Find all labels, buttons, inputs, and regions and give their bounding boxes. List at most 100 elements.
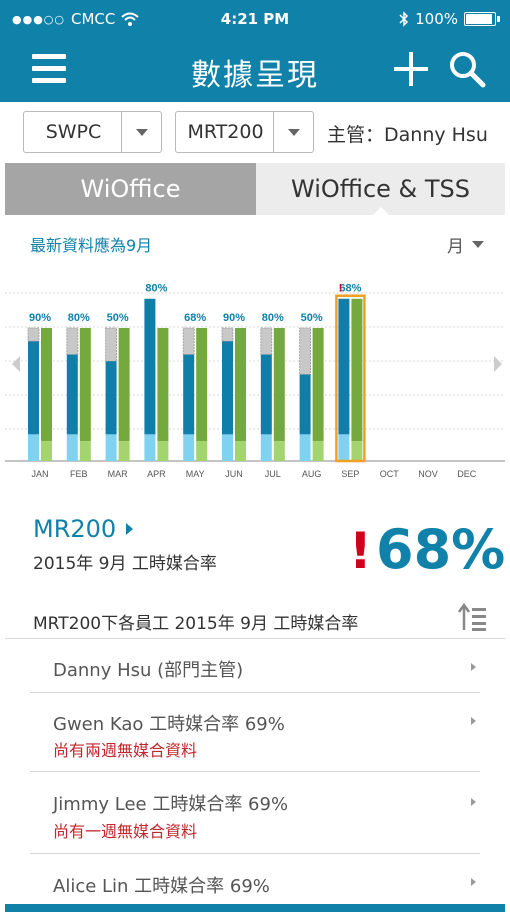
chevron-right-icon	[471, 717, 476, 725]
data-label: 68%	[184, 312, 206, 324]
chevron-down-icon	[121, 112, 161, 152]
employee-name: Danny Hsu (部門主管)	[53, 660, 244, 681]
bar-light-blue-segment	[299, 434, 311, 461]
x-tick-label: OCT	[380, 469, 400, 479]
app-header: ●●●○○ CMCC 4:21 PM 100% 數據呈現	[0, 0, 510, 102]
department-select-value: MRT200	[187, 121, 264, 143]
data-label: 50%	[301, 312, 323, 324]
bar-gray-segment	[260, 327, 273, 356]
alert-mark: !	[339, 283, 343, 295]
x-tick-label: MAY	[186, 469, 205, 479]
bar-light-blue-segment	[260, 434, 272, 461]
bar-light-green-segment	[41, 441, 52, 461]
x-tick-label: DEC	[457, 469, 477, 479]
bar-green-segment	[351, 298, 363, 442]
x-tick-label: JUL	[265, 469, 281, 479]
list-item[interactable]: Jimmy Lee 工時媒合率 69% 尚有一週無媒合資料	[30, 772, 480, 854]
data-label: 80%	[68, 312, 90, 324]
bar-light-blue-segment	[338, 434, 350, 461]
company-select[interactable]: SWPC	[23, 111, 162, 153]
summary-rate: 68%	[376, 518, 506, 581]
x-tick-label: MAR	[108, 469, 129, 479]
battery-percent: 100%	[415, 10, 458, 28]
department-select[interactable]: MRT200	[175, 111, 314, 153]
employee-name: Alice Lin 工時媒合率 69%	[53, 876, 270, 897]
active-tab-caret	[372, 207, 389, 215]
x-tick-label: NOV	[418, 469, 438, 479]
bar-light-blue-segment	[183, 434, 195, 461]
chevron-down-icon	[472, 241, 484, 248]
bar-blue-segment	[299, 374, 311, 435]
period-select[interactable]: 月	[447, 232, 484, 257]
bar-light-green-segment	[273, 441, 285, 461]
missing-data-warning: 尚有一週無媒合資料	[53, 822, 198, 841]
tab-wioffice-tss[interactable]: WiOffice & TSS	[256, 163, 505, 215]
bar-gray-segment	[299, 327, 312, 375]
tab-label: WiOffice & TSS	[290, 175, 471, 203]
bar-light-blue-segment	[105, 434, 117, 461]
bar-blue-segment	[260, 354, 272, 435]
data-label: 90%	[223, 312, 245, 324]
chevron-right-icon	[471, 798, 476, 806]
summary-subtitle: 2015年 9月 工時媒合率	[33, 554, 217, 574]
bar-light-green-segment	[312, 441, 324, 461]
department-name: MR200	[33, 515, 117, 543]
company-select-value: SWPC	[45, 121, 102, 143]
bar-light-blue-segment	[28, 434, 39, 461]
bar-blue-segment	[222, 341, 233, 435]
bar-light-green-segment	[118, 441, 130, 461]
bar-light-green-segment	[235, 441, 246, 461]
page-title: 數據呈現	[191, 58, 319, 93]
chart-prev-arrow-icon[interactable]	[12, 356, 20, 372]
list-item[interactable]: Alice Lin 工時媒合率 69%	[30, 854, 480, 900]
bar-green-segment	[79, 328, 91, 442]
x-tick-label: JUN	[225, 469, 243, 479]
bar-blue-segment	[105, 361, 117, 435]
bar-light-blue-segment	[144, 434, 156, 461]
x-tick-label: AUG	[302, 469, 322, 479]
bar-gray-segment	[105, 327, 117, 362]
chart-next-arrow-icon[interactable]	[494, 356, 502, 372]
chevron-right-icon	[126, 523, 134, 535]
bar-blue-segment	[66, 354, 78, 435]
bluetooth-icon	[399, 11, 409, 27]
battery-icon	[464, 12, 500, 26]
department-link[interactable]: MR200	[33, 515, 134, 543]
bar-green-segment	[235, 328, 246, 442]
bar-green-segment	[41, 328, 52, 442]
bar-light-green-segment	[196, 441, 208, 461]
data-label: 80%	[262, 312, 284, 324]
nav-bar: 數據呈現	[0, 38, 510, 102]
bar-green-segment	[118, 328, 130, 442]
manager-label: 主管：Danny Hsu	[327, 124, 488, 146]
employee-name: Jimmy Lee 工時媒合率 69%	[53, 794, 289, 815]
data-label: 68%	[339, 283, 361, 295]
data-label: 90%	[29, 312, 51, 324]
bar-green-segment	[312, 328, 324, 442]
bar-blue-segment	[144, 298, 156, 435]
bar-light-green-segment	[157, 441, 169, 461]
latest-data-note: 最新資料應為9月	[30, 236, 153, 255]
list-item[interactable]: Gwen Kao 工時媒合率 69% 尚有兩週無媒合資料	[30, 693, 480, 772]
list-item[interactable]: Danny Hsu (部門主管)	[30, 639, 480, 693]
status-bar: ●●●○○ CMCC 4:21 PM 100%	[0, 0, 510, 38]
plus-icon[interactable]	[394, 52, 428, 86]
bar-gray-segment	[182, 327, 195, 356]
period-select-value: 月	[447, 237, 464, 257]
data-label: 80%	[145, 283, 167, 295]
bar-blue-segment	[338, 298, 350, 435]
tab-wioffice[interactable]: WiOffice	[5, 163, 256, 215]
missing-data-warning: 尚有兩週無媒合資料	[53, 741, 198, 760]
bar-green-segment	[196, 328, 208, 442]
chevron-right-icon	[471, 878, 476, 886]
chevron-down-icon	[273, 112, 313, 152]
sort-icon[interactable]	[458, 602, 488, 632]
bar-green-segment	[273, 328, 285, 442]
x-tick-label: FEB	[70, 469, 88, 479]
tab-bar: WiOffice WiOffice & TSS	[0, 163, 510, 215]
bar-blue-segment	[28, 341, 39, 435]
bar-light-blue-segment	[66, 434, 78, 461]
monthly-rate-chart: JAN 90% FEB 80% MAR 50% APR 80% MAY 68% JUN 90% JUL 8…	[5, 283, 505, 479]
search-icon[interactable]	[448, 50, 486, 88]
bar-gray-segment	[27, 327, 40, 342]
